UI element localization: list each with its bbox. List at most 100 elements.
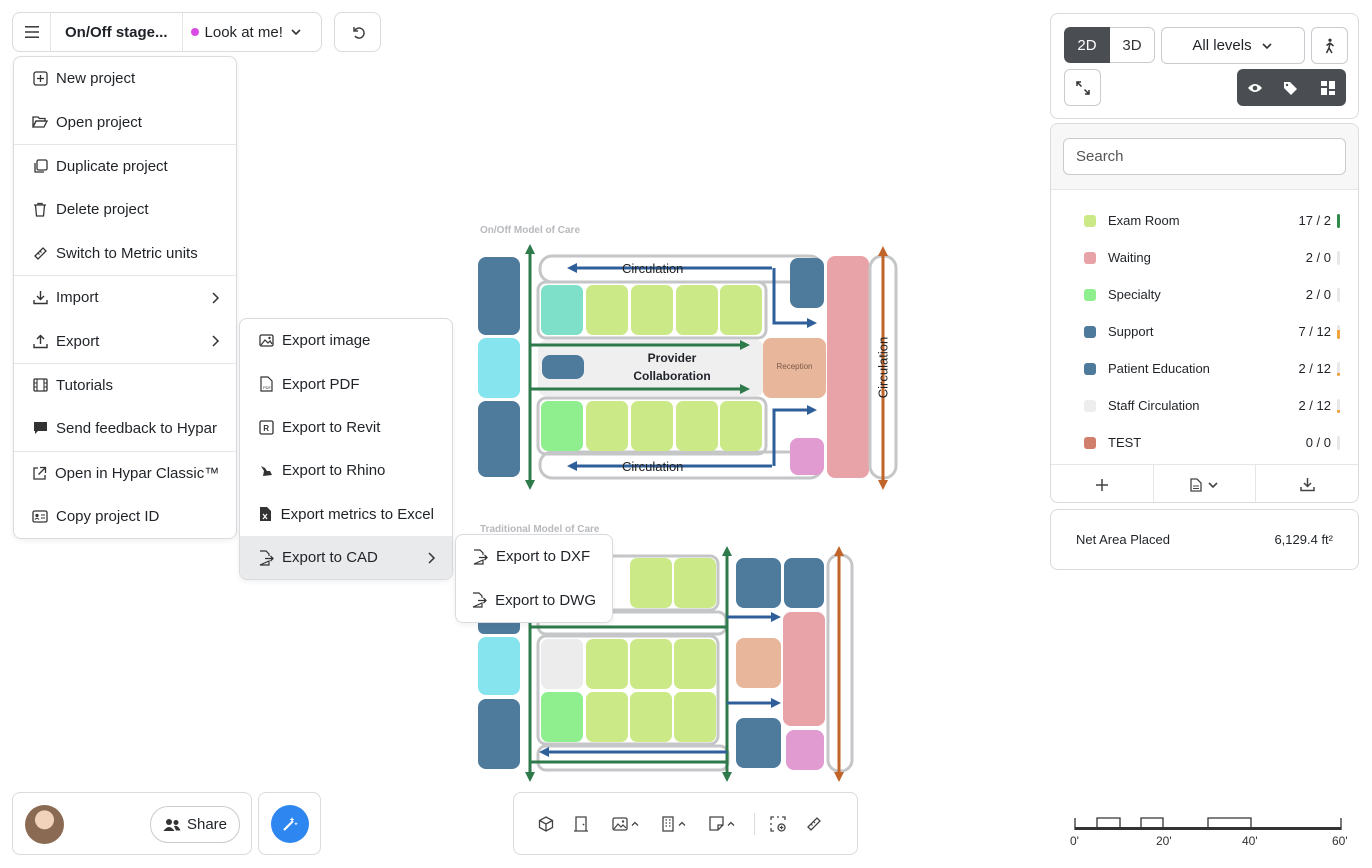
add-program-button[interactable] xyxy=(1051,465,1154,502)
main-menu-button[interactable] xyxy=(13,13,51,51)
reception-label: Reception xyxy=(776,362,813,371)
menu-label: Duplicate project xyxy=(56,157,168,175)
program-row[interactable]: Patient Education 2 / 12 xyxy=(1051,350,1358,387)
download-program-button[interactable] xyxy=(1256,465,1358,502)
program-progress-bar xyxy=(1337,361,1340,376)
program-footer xyxy=(1051,464,1358,502)
program-row[interactable]: Waiting 2 / 0 xyxy=(1051,239,1358,276)
door-icon xyxy=(573,815,589,832)
mode-2d-button[interactable]: 2D xyxy=(1064,27,1110,63)
scale-bar: 0' 20' 40' 60' xyxy=(1070,812,1355,852)
export-item[interactable]: Export xyxy=(14,319,236,362)
send-feedback-item[interactable]: Send feedback to Hypar xyxy=(14,407,236,450)
export-cad-item[interactable]: Export to CAD xyxy=(240,535,452,580)
program-row[interactable]: Staff Circulation 2 / 12 xyxy=(1051,387,1358,424)
area-summary: Net Area Placed 6,129.4 ft² xyxy=(1050,509,1359,570)
menu-label: New project xyxy=(56,70,136,88)
image-tool-button[interactable] xyxy=(602,804,650,844)
program-progress-bar xyxy=(1337,435,1340,450)
scale-label-60: 60' xyxy=(1332,834,1348,848)
view-controls-panel: 2D 3D All levels xyxy=(1050,13,1359,119)
export-rhino-item[interactable]: Export to Rhino xyxy=(240,449,452,492)
ai-assistant-button[interactable] xyxy=(271,805,309,843)
provider-label-line2: Collaboration xyxy=(633,369,711,383)
menu-label: Switch to Metric units xyxy=(56,244,198,262)
program-panel: Exam Room 17 / 2 Waiting 2 / 0 Specialty 2 / … xyxy=(1050,123,1359,503)
duplicate-icon xyxy=(32,158,48,174)
undo-button[interactable] xyxy=(334,12,381,52)
building-tool-button[interactable] xyxy=(650,804,698,844)
chevron-up-icon xyxy=(630,819,640,829)
duplicate-project-item[interactable]: Duplicate project xyxy=(14,145,236,188)
avatar[interactable] xyxy=(25,805,64,844)
scale-label-40: 40' xyxy=(1242,834,1258,848)
file-export-icon xyxy=(472,549,488,565)
export-revit-item[interactable]: R Export to Revit xyxy=(240,406,452,449)
program-color-swatch xyxy=(1084,251,1096,264)
magic-wand-icon xyxy=(281,815,299,833)
menu-label: Delete project xyxy=(56,201,149,219)
chevron-up-icon xyxy=(677,819,687,829)
copy-project-id-item[interactable]: Copy project ID xyxy=(14,495,236,538)
menu-label: Export metrics to Excel xyxy=(280,505,434,523)
support-room xyxy=(478,257,520,335)
switch-units-item[interactable]: Switch to Metric units xyxy=(14,232,236,275)
add-selection-tool-button[interactable] xyxy=(763,804,793,844)
grid-layout-icon xyxy=(1320,80,1335,95)
measure-tool-button[interactable] xyxy=(793,804,835,844)
stage-selector[interactable]: Look at me! xyxy=(183,13,311,51)
program-progress-bar xyxy=(1337,324,1340,339)
pdf-file-icon: PDF xyxy=(258,376,274,392)
program-row[interactable]: TEST 0 / 0 xyxy=(1051,424,1358,461)
menu-label: Export image xyxy=(282,332,371,350)
open-project-item[interactable]: Open project xyxy=(14,100,236,143)
external-link-icon xyxy=(32,465,47,481)
tutorials-item[interactable]: Tutorials xyxy=(14,364,236,407)
export-pdf-item[interactable]: PDF Export PDF xyxy=(240,362,452,405)
support-room xyxy=(478,401,520,477)
tags-button[interactable] xyxy=(1273,69,1309,106)
program-row[interactable]: Support 7 / 12 xyxy=(1051,313,1358,350)
export-dxf-item[interactable]: Export to DXF xyxy=(456,535,612,578)
visibility-button[interactable] xyxy=(1237,69,1273,106)
program-row[interactable]: Exam Room 17 / 2 xyxy=(1051,202,1358,239)
levels-dropdown[interactable]: All levels xyxy=(1161,27,1305,64)
export-image-item[interactable]: Export image xyxy=(240,319,452,362)
circulation-label-vertical: Circulation xyxy=(875,336,891,399)
layout-button[interactable] xyxy=(1310,69,1346,106)
menu-label: Export to Rhino xyxy=(282,462,386,480)
export-dwg-item[interactable]: Export to DWG xyxy=(456,578,612,621)
trash-icon xyxy=(32,202,48,218)
levels-label: All levels xyxy=(1192,37,1252,54)
hamburger-icon xyxy=(24,26,39,38)
delete-project-item[interactable]: Delete project xyxy=(14,188,236,231)
download-icon xyxy=(32,290,48,306)
program-name: TEST xyxy=(1108,435,1142,450)
program-progress-bar xyxy=(1337,398,1340,413)
mode-3d-button[interactable]: 3D xyxy=(1110,27,1155,63)
view-mode-toggle: 2D 3D xyxy=(1064,27,1155,63)
program-file-menu-button[interactable] xyxy=(1154,465,1257,502)
program-row[interactable]: Specialty 2 / 0 xyxy=(1051,276,1358,313)
new-project-item[interactable]: New project xyxy=(14,57,236,100)
stage-label: Look at me! xyxy=(204,23,283,41)
open-classic-item[interactable]: Open in Hypar Classic™ xyxy=(14,452,236,495)
menu-label: Open project xyxy=(56,113,142,131)
folder-open-icon xyxy=(32,114,48,130)
search-input[interactable] xyxy=(1063,138,1346,175)
id-card-icon xyxy=(32,509,48,525)
sticky-note-icon xyxy=(708,816,724,831)
export-submenu: Export image PDF Export PDF R Export to … xyxy=(239,318,453,581)
project-name[interactable]: On/Off stage... xyxy=(51,13,183,51)
undo-icon xyxy=(350,24,366,40)
walk-mode-button[interactable] xyxy=(1311,27,1348,64)
export-excel-item[interactable]: Export metrics to Excel xyxy=(240,493,452,536)
share-button[interactable]: Share xyxy=(150,806,240,843)
door-tool-button[interactable] xyxy=(560,804,602,844)
chevron-right-icon xyxy=(210,291,220,305)
menu-label: Open in Hypar Classic™ xyxy=(55,464,220,482)
import-item[interactable]: Import xyxy=(14,276,236,319)
fit-view-button[interactable] xyxy=(1064,69,1101,106)
note-tool-button[interactable] xyxy=(698,804,746,844)
mass-tool-button[interactable] xyxy=(532,804,560,844)
